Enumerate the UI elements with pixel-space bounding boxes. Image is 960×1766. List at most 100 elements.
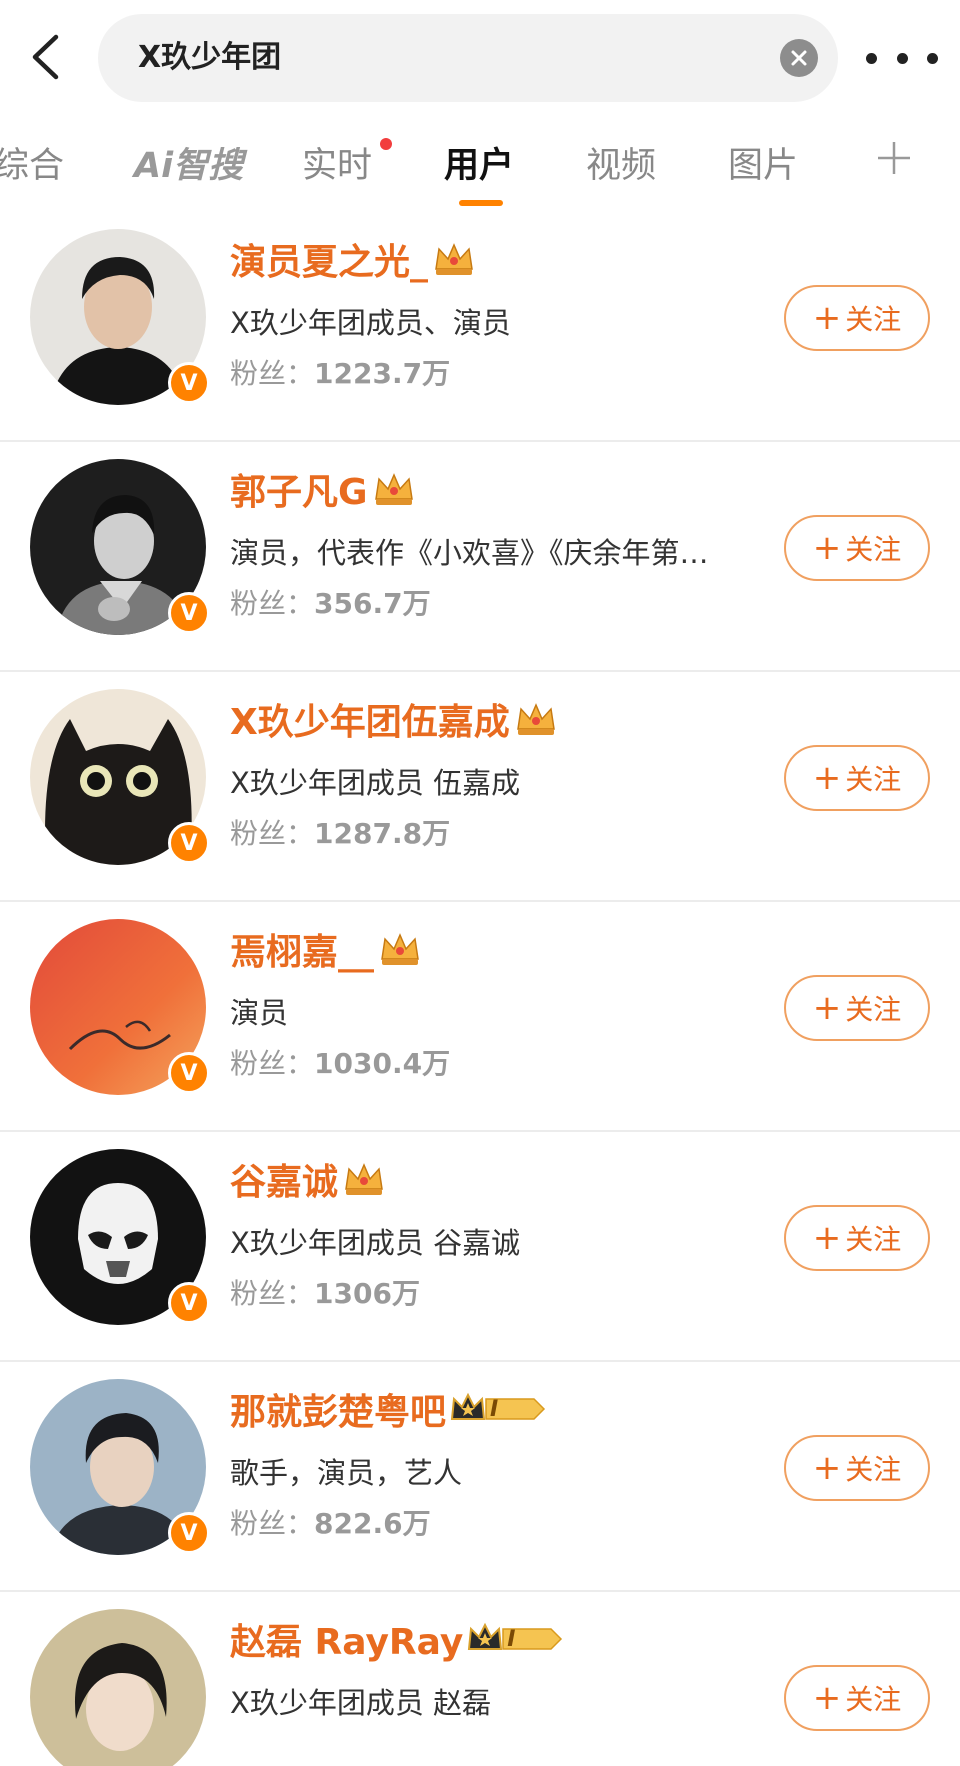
username[interactable]: 焉栩嘉__	[230, 923, 374, 975]
user-description: X玖少年团成员 赵磊	[230, 1686, 492, 1720]
fans-value: 1223.7万	[314, 357, 451, 390]
name-line: 焉栩嘉__	[230, 924, 422, 974]
follow-label: 关注	[845, 533, 902, 566]
fans-value: 1030.4万	[314, 1047, 451, 1080]
plus-icon: +	[812, 758, 842, 798]
follow-label: 关注	[845, 763, 902, 796]
verified-v-icon: V	[168, 1282, 210, 1324]
user-description: X玖少年团成员、演员	[230, 306, 511, 340]
user-description: 演员	[230, 996, 289, 1030]
list-item[interactable]: V 焉栩嘉__ 演员 粉丝：1030.4万 + 关注	[0, 902, 960, 1132]
fans-count: 粉丝：1030.4万	[230, 1042, 450, 1082]
verified-v-icon: V	[168, 592, 210, 634]
follow-button[interactable]: + 关注	[784, 975, 930, 1041]
user-description: X玖少年团成员 伍嘉成	[230, 766, 521, 800]
fans-value: 1287.8万	[314, 817, 451, 850]
fans-count: 粉丝：1306万	[230, 1272, 420, 1312]
user-description: X玖少年团成员 谷嘉诚	[230, 1226, 521, 1260]
more-options-button[interactable]	[866, 38, 938, 78]
fans-label: 粉丝：	[230, 817, 315, 850]
list-item[interactable]: 赵磊 RayRay I X玖少年团成员 赵磊 + 关注	[0, 1592, 960, 1766]
username[interactable]: 郭子凡G	[230, 463, 368, 515]
follow-button[interactable]: + 关注	[784, 1435, 930, 1501]
name-line: 演员夏之光_	[230, 234, 476, 284]
follow-label: 关注	[845, 993, 902, 1026]
fans-label: 粉丝：	[230, 357, 315, 390]
name-line: 谷嘉诚	[230, 1154, 386, 1204]
crown-icon	[345, 1163, 383, 1195]
user-description: 演员，代表作《小欢喜》《庆余年第…	[230, 536, 709, 570]
fans-value: 356.7万	[314, 587, 431, 620]
follow-label: 关注	[845, 1223, 902, 1256]
fans-label: 粉丝：	[230, 1277, 315, 1310]
name-line: 那就彭楚粤吧 I	[230, 1383, 546, 1435]
plus-icon: +	[812, 988, 842, 1028]
active-tab-indicator	[459, 200, 503, 206]
crown-icon	[435, 243, 473, 275]
add-tab-button[interactable]	[874, 138, 914, 178]
plus-icon: +	[812, 1218, 842, 1258]
follow-button[interactable]: + 关注	[784, 745, 930, 811]
username[interactable]: 赵磊 RayRay	[230, 1613, 463, 1665]
list-item[interactable]: V 谷嘉诚 X玖少年团成员 谷嘉诚 粉丝：1306万 + 关注	[0, 1132, 960, 1362]
tab-ai-search[interactable]: Ai智搜	[134, 120, 243, 212]
follow-button[interactable]: + 关注	[784, 285, 930, 351]
list-item[interactable]: V X玖少年团伍嘉成 X玖少年团成员 伍嘉成 粉丝：1287.8万 + 关注	[0, 672, 960, 902]
follow-button[interactable]: + 关注	[784, 515, 930, 581]
name-line: 赵磊 RayRay I	[230, 1613, 563, 1665]
close-icon	[791, 50, 807, 66]
fans-label: 粉丝：	[230, 587, 315, 620]
follow-label: 关注	[845, 1453, 902, 1486]
crown-icon	[516, 703, 555, 735]
rank-label: I	[490, 1396, 499, 1422]
follow-label: 关注	[845, 1683, 902, 1716]
username[interactable]: 演员夏之光_	[230, 233, 428, 285]
back-button[interactable]	[20, 22, 70, 92]
more-dot-icon	[866, 52, 877, 64]
tab-videos[interactable]: 视频	[586, 120, 656, 212]
follow-button[interactable]: + 关注	[784, 1665, 930, 1731]
search-input[interactable]: X玖少年团	[98, 14, 838, 102]
tab-images[interactable]: 图片	[728, 120, 798, 212]
list-item[interactable]: V 演员夏之光_ X玖少年团成员、演员 粉丝：1223.7万 + 关注	[0, 212, 960, 442]
search-query-text: X玖少年团	[138, 40, 282, 75]
plus-icon: +	[812, 1678, 842, 1718]
more-dot-icon	[927, 52, 938, 64]
list-item[interactable]: V 郭子凡G 演员，代表作《小欢喜》《庆余年第… 粉丝：356.7万 + 关注	[0, 442, 960, 672]
plus-icon	[878, 142, 910, 174]
list-item[interactable]: V 那就彭楚粤吧 I 歌手，演员，艺人 粉丝：822.6万 + 关注	[0, 1362, 960, 1592]
realtime-notification-dot	[380, 138, 392, 150]
fans-count: 粉丝：356.7万	[230, 582, 431, 622]
follow-button[interactable]: + 关注	[784, 1205, 930, 1271]
fans-value: 822.6万	[314, 1507, 431, 1540]
plus-icon: +	[812, 528, 842, 568]
tab-comprehensive[interactable]: 综合	[0, 120, 64, 212]
verified-v-icon: V	[168, 1052, 210, 1094]
user-description: 歌手，演员，艺人	[230, 1456, 463, 1490]
more-dot-icon	[896, 52, 908, 64]
plus-icon: +	[812, 298, 842, 338]
fans-count: 粉丝：822.6万	[230, 1502, 431, 1542]
verified-v-icon: V	[168, 822, 210, 864]
plus-icon: +	[812, 1448, 842, 1488]
user-results-list: V 演员夏之光_ X玖少年团成员、演员 粉丝：1223.7万 + 关注 V 郭子…	[0, 212, 960, 1766]
verified-v-icon: V	[168, 1512, 210, 1554]
chevron-left-icon	[32, 34, 59, 80]
tab-realtime[interactable]: 实时	[302, 120, 372, 212]
search-results-page: X玖少年团 综合 Ai智搜 实时 用户 视频 图片 V 演员夏之光_ X玖少年团…	[0, 0, 960, 1766]
tab-users[interactable]: 用户	[444, 120, 514, 212]
username[interactable]: X玖少年团伍嘉成	[230, 693, 510, 745]
clear-search-button[interactable]	[780, 39, 818, 77]
fans-label: 粉丝：	[230, 1507, 315, 1540]
fans-count: 粉丝：1223.7万	[230, 352, 450, 392]
crown-icon	[381, 933, 419, 965]
avatar[interactable]	[30, 1609, 206, 1766]
username[interactable]: 谷嘉诚	[230, 1153, 338, 1205]
fans-value: 1306万	[314, 1277, 420, 1310]
tab-bar: 综合 Ai智搜 实时 用户 视频 图片	[0, 120, 960, 212]
username[interactable]: 那就彭楚粤吧	[230, 1383, 446, 1435]
name-line: X玖少年团伍嘉成	[230, 694, 558, 744]
name-line: 郭子凡G	[230, 464, 416, 514]
fans-count: 粉丝：1287.8万	[230, 812, 450, 852]
crown-icon	[374, 473, 413, 505]
